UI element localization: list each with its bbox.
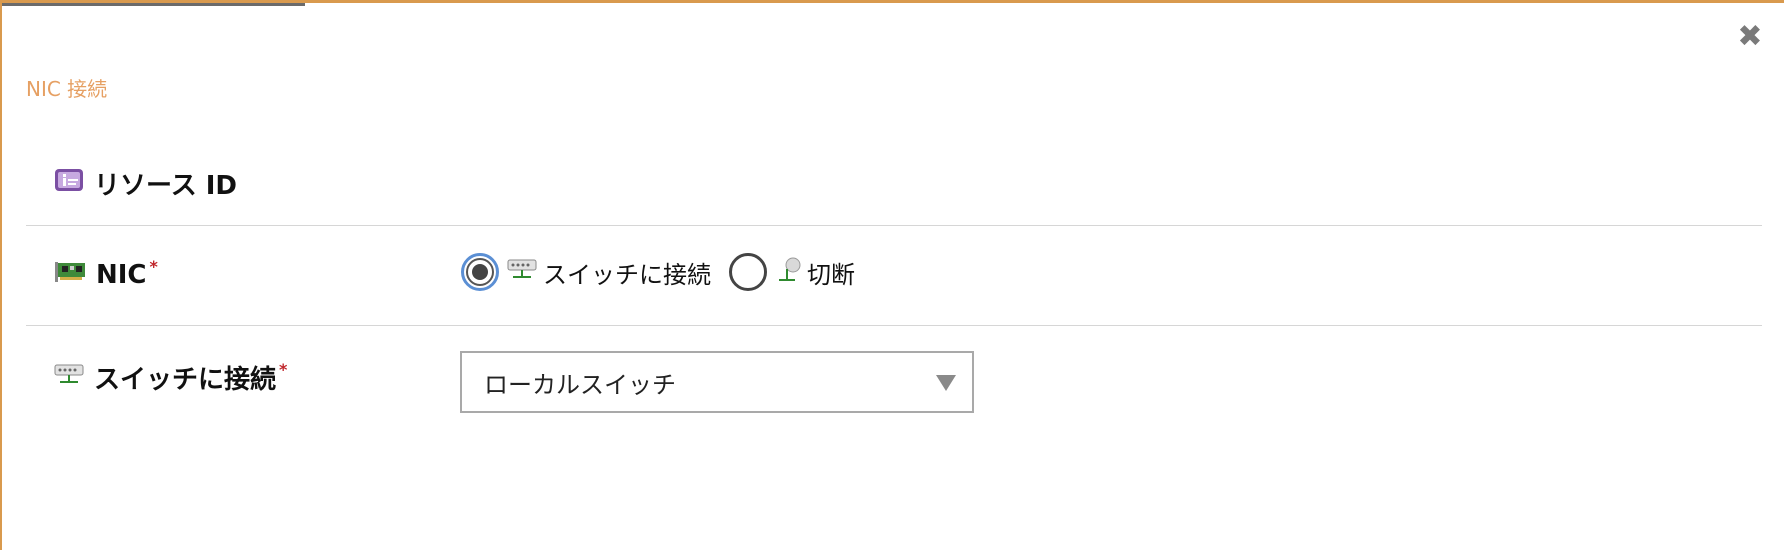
- switch-icon: [507, 257, 537, 287]
- switch-label: スイッチに接続: [94, 365, 277, 395]
- option-disconnect[interactable]: 切断: [775, 255, 855, 290]
- radio-ring: [466, 258, 494, 286]
- resource-id-label: リソース ID: [94, 171, 238, 201]
- switch-row: スイッチに接続 * ローカルスイッチ: [26, 326, 1762, 436]
- dialog: ✖ NIC 接続 リソース ID NIC * スイッチに接続 切断 スイッチに接…: [0, 0, 1784, 550]
- required-mark: *: [149, 257, 158, 276]
- nic-radio-group: スイッチに接続 切断: [461, 253, 855, 291]
- radio-dot: [472, 264, 488, 280]
- option-disconnect-label: 切断: [807, 260, 855, 289]
- close-icon[interactable]: ✖: [1736, 22, 1764, 52]
- resource-id-icon: [54, 167, 84, 200]
- radio-connect-switch[interactable]: [461, 253, 499, 291]
- disconnect-icon: [775, 255, 803, 289]
- resource-id-label-group: リソース ID: [54, 165, 237, 202]
- switch-icon: [54, 362, 84, 393]
- option-connect-switch-label: スイッチに接続: [543, 260, 711, 289]
- network-card-icon: [54, 259, 86, 290]
- required-mark: *: [279, 360, 288, 379]
- nic-label-group: NIC *: [54, 257, 158, 290]
- switch-select-value: ローカルスイッチ: [484, 370, 676, 399]
- switch-select[interactable]: ローカルスイッチ: [460, 351, 974, 413]
- option-connect-switch[interactable]: スイッチに接続: [507, 255, 711, 290]
- top-bar: [2, 3, 305, 6]
- resource-id-row: リソース ID: [26, 143, 1762, 226]
- switch-label-group: スイッチに接続 *: [54, 359, 287, 396]
- radio-disconnect[interactable]: [729, 253, 767, 291]
- dialog-title: NIC 接続: [26, 77, 108, 101]
- chevron-down-icon: [936, 375, 956, 391]
- nic-row: NIC * スイッチに接続 切断: [26, 226, 1762, 326]
- nic-label: NIC: [96, 259, 147, 290]
